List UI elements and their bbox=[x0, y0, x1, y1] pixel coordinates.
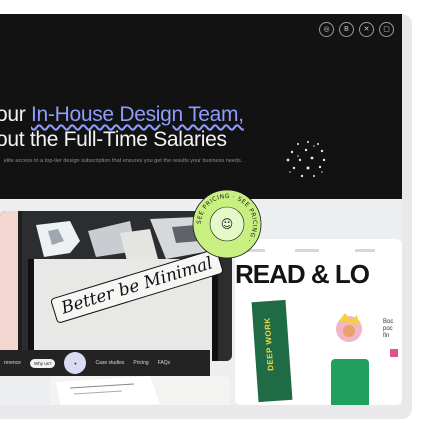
book-cover: DEEP WORK bbox=[251, 299, 293, 403]
nav-link-faqs[interactable]: FAQs bbox=[158, 360, 171, 366]
magazine-title: READ & LO bbox=[235, 259, 370, 289]
magazine-card: READ & LO DEEP WORK Boc poc fin bbox=[235, 239, 402, 405]
sparkle-decoration bbox=[286, 141, 326, 178]
book-label: DEEP WORK bbox=[262, 316, 276, 372]
badge-glyph: ☺ bbox=[221, 217, 234, 231]
nav-strip: rerence Why us? ● Case studies Pricing F… bbox=[0, 350, 210, 376]
bottom-card bbox=[50, 376, 230, 405]
nav-link-pricing[interactable]: Pricing bbox=[133, 360, 148, 366]
hero-section: ◎ B ✕ ▢ our In-House Design Team, out th… bbox=[0, 14, 402, 199]
headline-accent: In-House Design Team, bbox=[31, 103, 244, 126]
hero-headline-line2: out the Full-Time Salaries bbox=[0, 128, 227, 151]
hero-headline-line1: our In-House Design Team, bbox=[0, 103, 244, 127]
side-accent bbox=[390, 349, 398, 357]
nav-link-case-studies[interactable]: Case studies bbox=[95, 360, 124, 366]
left-strip bbox=[0, 211, 18, 361]
see-pricing-badge[interactable]: SEE PRICING · SEE PRICING · ☺ bbox=[192, 189, 262, 259]
character-illustration bbox=[336, 313, 362, 342]
why-us-button[interactable]: Why us? bbox=[29, 358, 56, 368]
instagram-icon[interactable]: ▢ bbox=[379, 22, 394, 37]
dribbble-icon[interactable]: ◎ bbox=[319, 22, 334, 37]
headline-prefix: our bbox=[0, 103, 26, 126]
nav-link-reference[interactable]: rerence bbox=[4, 360, 21, 366]
magazine-side-text: Boc poc fin bbox=[383, 319, 394, 339]
cta-avatar[interactable]: ● bbox=[64, 352, 87, 374]
social-links: ◎ B ✕ ▢ bbox=[319, 22, 394, 37]
x-icon[interactable]: ✕ bbox=[359, 22, 374, 37]
hero-subtext: elite access to a top-tier design subscr… bbox=[3, 158, 243, 164]
behance-icon[interactable]: B bbox=[339, 22, 354, 37]
